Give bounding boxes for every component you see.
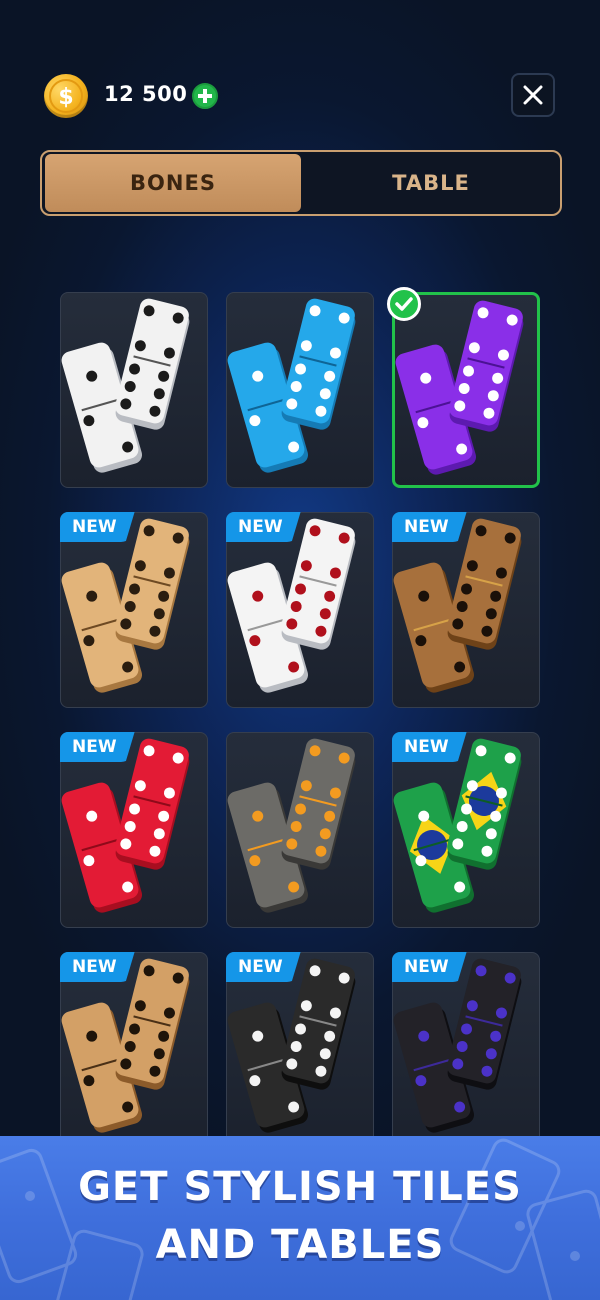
domino-tiles-icon: [395, 300, 524, 475]
promo-banner: GET STYLISH TILES AND TABLES: [0, 1136, 600, 1300]
promo-title-line-2: AND TABLES: [155, 1222, 445, 1268]
tile-set-card-purple[interactable]: [387, 287, 540, 488]
top-bar: $ 12 500: [0, 0, 600, 140]
tile-set-card-brazil-flag[interactable]: NEW: [392, 732, 540, 928]
new-badge: NEW: [226, 512, 301, 542]
domino-tiles-icon: [61, 298, 190, 473]
tab-table[interactable]: TABLE: [304, 154, 558, 212]
domino-tiles-icon: [393, 738, 522, 913]
category-tabs: BONES TABLE: [40, 150, 562, 216]
close-icon: [523, 85, 543, 105]
tile-set-card-oak-wood[interactable]: NEW: [60, 952, 208, 1148]
new-badge: NEW: [60, 952, 135, 982]
tile-set-card-dark-wood[interactable]: NEW: [392, 512, 540, 708]
domino-tiles-icon: [227, 298, 356, 473]
new-badge: NEW: [60, 732, 135, 762]
tile-set-card-light-wood[interactable]: NEW: [60, 512, 208, 708]
new-badge: NEW: [60, 512, 135, 542]
domino-tiles-icon: [393, 518, 522, 693]
promo-title-line-1: GET STYLISH TILES: [78, 1164, 522, 1210]
tab-bones[interactable]: BONES: [45, 154, 301, 212]
domino-tiles-icon: [393, 958, 522, 1133]
domino-tiles-icon: [61, 738, 190, 913]
tile-set-card-white[interactable]: [60, 292, 208, 488]
domino-tiles-icon: [227, 958, 356, 1133]
tile-set-card-black-white-pips[interactable]: NEW: [226, 952, 374, 1148]
domino-pattern-background: [0, 1138, 600, 1300]
svg-text:$: $: [58, 85, 73, 110]
selected-check-icon: [387, 287, 421, 321]
tile-set-card-black-purple-pips[interactable]: NEW: [392, 952, 540, 1148]
domino-tiles-icon: [227, 738, 356, 913]
plus-icon: [198, 89, 212, 103]
coin-balance: 12 500: [104, 82, 188, 106]
add-coins-button[interactable]: [192, 83, 218, 109]
new-badge: NEW: [392, 732, 467, 762]
tile-set-card-red[interactable]: NEW: [60, 732, 208, 928]
domino-tiles-icon: [61, 958, 190, 1133]
new-badge: NEW: [226, 952, 301, 982]
tile-set-card-grey-wood[interactable]: [226, 732, 374, 928]
coin-icon: $: [44, 74, 88, 118]
domino-tiles-icon: [61, 518, 190, 693]
tile-set-card-white-red-pips[interactable]: NEW: [226, 512, 374, 708]
new-badge: NEW: [392, 952, 467, 982]
new-badge: NEW: [392, 512, 467, 542]
domino-tiles-icon: [227, 518, 356, 693]
tile-set-card-blue[interactable]: [226, 292, 374, 488]
close-button[interactable]: [511, 73, 555, 117]
